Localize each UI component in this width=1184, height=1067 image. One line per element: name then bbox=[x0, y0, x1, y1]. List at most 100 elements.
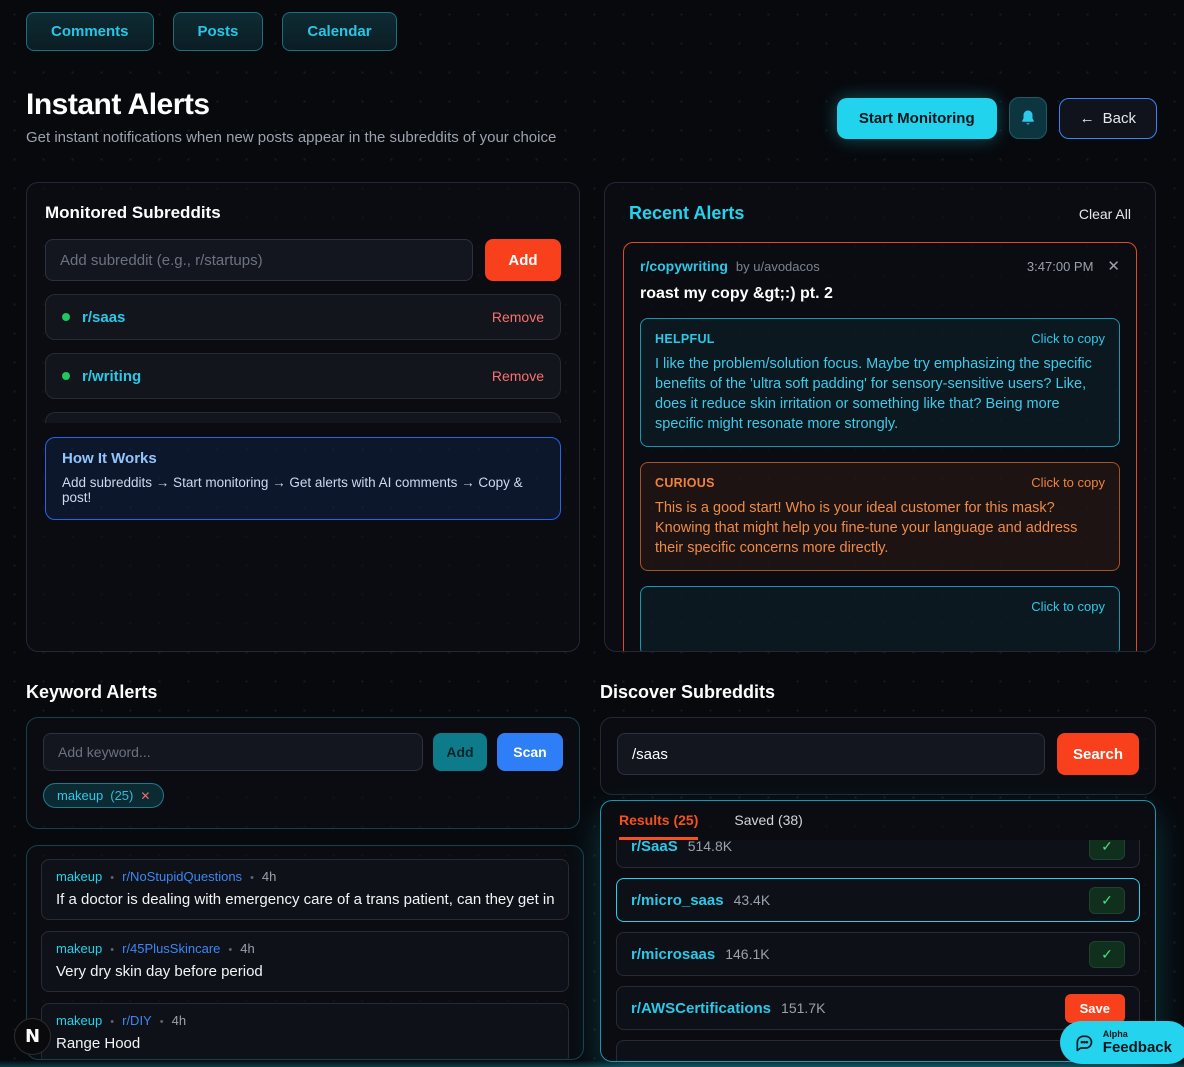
result-subreddit-link[interactable]: r/45PlusSkincare bbox=[122, 941, 220, 956]
discover-subreddits-title: Discover Subreddits bbox=[600, 682, 775, 703]
speech-bubble-icon bbox=[1074, 1033, 1094, 1053]
page-subtitle: Get instant notifications when new posts… bbox=[26, 129, 556, 146]
result-time: 4h bbox=[240, 941, 254, 956]
saved-check-button[interactable]: ✓ bbox=[1089, 941, 1125, 968]
alert-meta: r/copywriting by u/avodacos 3:47:00 PM ✕ bbox=[640, 257, 1120, 275]
remove-subreddit-button[interactable]: Remove bbox=[492, 368, 544, 384]
discover-subreddit-name: r/microsaas bbox=[631, 946, 715, 963]
discover-members: 514.8K bbox=[688, 840, 1089, 854]
alert-post-title: roast my copy &gt;:) pt. 2 bbox=[640, 285, 1120, 303]
discover-members: 151.7K bbox=[781, 1000, 1065, 1016]
clear-all-button[interactable]: Clear All bbox=[1079, 206, 1131, 222]
discover-members: 43.4K bbox=[734, 892, 1089, 908]
comment-tone-label: HELPFUL bbox=[655, 332, 715, 346]
tab-saved[interactable]: Saved (38) bbox=[734, 812, 802, 840]
add-subreddit-button[interactable]: Add bbox=[485, 239, 561, 281]
n-logo[interactable]: N bbox=[14, 1018, 51, 1055]
comment-tone-label: CURIOUS bbox=[655, 476, 715, 490]
keyword-chip-makeup: makeup (25) ✕ bbox=[43, 783, 164, 808]
dot-separator: • bbox=[110, 944, 114, 956]
back-arrow-icon: ← bbox=[1080, 110, 1095, 127]
click-to-copy-label[interactable]: Click to copy bbox=[1031, 475, 1105, 490]
add-keyword-input[interactable] bbox=[43, 733, 423, 771]
dot-separator: • bbox=[110, 1016, 114, 1028]
bell-button[interactable] bbox=[1009, 97, 1047, 139]
discover-subreddit-name: r/AWSCertifications bbox=[631, 1000, 771, 1017]
keyword-result-card[interactable]: makeup • r/45PlusSkincare • 4h Very dry … bbox=[41, 931, 569, 992]
recent-alerts-panel: Recent Alerts Clear All r/copywriting by… bbox=[604, 182, 1156, 652]
back-button[interactable]: ← Back bbox=[1059, 98, 1157, 139]
result-subreddit-link[interactable]: r/NoStupidQuestions bbox=[122, 869, 242, 884]
save-button[interactable]: Save bbox=[1065, 994, 1125, 1023]
back-label: Back bbox=[1103, 110, 1136, 127]
alert-card: r/copywriting by u/avodacos 3:47:00 PM ✕… bbox=[623, 242, 1137, 652]
saved-check-button[interactable]: ✓ bbox=[1089, 840, 1125, 860]
start-monitoring-button[interactable]: Start Monitoring bbox=[837, 98, 997, 139]
bottom-glow bbox=[0, 1060, 1184, 1067]
add-keyword-button[interactable]: Add bbox=[433, 733, 487, 771]
comment-curious[interactable]: CURIOUS Click to copy This is a good sta… bbox=[640, 462, 1120, 571]
bell-icon bbox=[1019, 109, 1037, 127]
keyword-result-card[interactable]: makeup • r/DIY • 4h Range Hood bbox=[41, 1003, 569, 1060]
tab-calendar[interactable]: Calendar bbox=[282, 12, 396, 51]
tab-results[interactable]: Results (25) bbox=[619, 812, 698, 840]
result-keyword: makeup bbox=[56, 941, 102, 956]
scan-button[interactable]: Scan bbox=[497, 733, 563, 771]
keyword-chip-row: makeup (25) ✕ bbox=[43, 783, 563, 808]
alert-subreddit-link[interactable]: r/copywriting bbox=[640, 258, 728, 274]
discover-row-saas: r/SaaS 514.8K ✓ bbox=[616, 840, 1140, 868]
feedback-alpha-label: Alpha bbox=[1103, 1029, 1172, 1039]
result-subreddit-link[interactable]: r/DIY bbox=[122, 1013, 152, 1028]
monitored-subreddits-panel: Monitored Subreddits Add r/saas Remove r… bbox=[26, 182, 580, 652]
discover-tabs: Results (25) Saved (38) bbox=[601, 801, 1155, 840]
discover-subreddit-name: r/micro_saas bbox=[631, 892, 724, 909]
remove-subreddit-button[interactable]: Remove bbox=[492, 309, 544, 325]
result-keyword: makeup bbox=[56, 869, 102, 884]
alert-time: 3:47:00 PM bbox=[1027, 259, 1094, 274]
search-button[interactable]: Search bbox=[1057, 733, 1139, 775]
discover-row-micro-saas: r/micro_saas 43.4K ✓ bbox=[616, 878, 1140, 922]
subreddit-name: r/writing bbox=[82, 368, 492, 385]
saved-check-button[interactable]: ✓ bbox=[1089, 887, 1125, 914]
keyword-alerts-panel: Add Scan makeup (25) ✕ bbox=[26, 717, 580, 829]
comment-helpful[interactable]: HELPFUL Click to copy I like the problem… bbox=[640, 318, 1120, 447]
subreddit-name: r/saas bbox=[82, 309, 492, 326]
subreddit-row-writing: r/writing Remove bbox=[45, 353, 561, 399]
click-to-copy-label[interactable]: Click to copy bbox=[1031, 599, 1105, 614]
click-to-copy-label[interactable]: Click to copy bbox=[1031, 331, 1105, 346]
discover-row-awscertifications: r/AWSCertifications 151.7K Save bbox=[616, 986, 1140, 1030]
dot-separator: • bbox=[228, 944, 232, 956]
how-it-works-box: How It Works Add subreddits → Start moni… bbox=[45, 437, 561, 520]
comment-partial[interactable]: Click to copy bbox=[640, 586, 1120, 652]
result-post-title: Range Hood bbox=[56, 1035, 554, 1052]
feedback-button[interactable]: Alpha Feedback bbox=[1060, 1021, 1184, 1064]
status-dot-icon bbox=[62, 372, 70, 380]
top-nav: Comments Posts Calendar bbox=[26, 12, 397, 51]
result-time: 4h bbox=[262, 869, 276, 884]
how-it-works-text: Add subreddits → Start monitoring → Get … bbox=[62, 475, 544, 505]
keyword-input-row: Add Scan bbox=[43, 733, 563, 771]
comment-text: I like the problem/solution focus. Maybe… bbox=[655, 354, 1105, 434]
result-post-title: Very dry skin day before period bbox=[56, 963, 554, 980]
tab-comments[interactable]: Comments bbox=[26, 12, 154, 51]
chip-keyword: makeup bbox=[57, 788, 103, 803]
dot-separator: • bbox=[250, 872, 254, 884]
dot-separator: • bbox=[160, 1016, 164, 1028]
add-subreddit-input[interactable] bbox=[45, 239, 473, 281]
subreddit-row-saas: r/saas Remove bbox=[45, 294, 561, 340]
header-actions: Start Monitoring ← Back bbox=[837, 97, 1157, 139]
keyword-results-panel: makeup • r/NoStupidQuestions • 4h If a d… bbox=[26, 845, 584, 1060]
remove-chip-icon[interactable]: ✕ bbox=[140, 789, 150, 803]
keyword-result-card[interactable]: makeup • r/NoStupidQuestions • 4h If a d… bbox=[41, 859, 569, 920]
close-alert-icon[interactable]: ✕ bbox=[1107, 257, 1120, 275]
add-subreddit-row: Add bbox=[45, 239, 561, 281]
discover-search-panel: Search bbox=[600, 717, 1156, 795]
result-time: 4h bbox=[172, 1013, 186, 1028]
how-it-works-title: How It Works bbox=[62, 450, 544, 467]
chip-count: (25) bbox=[110, 788, 133, 803]
result-post-title: If a doctor is dealing with emergency ca… bbox=[56, 891, 554, 908]
tab-posts[interactable]: Posts bbox=[173, 12, 264, 51]
discover-row-microsaas: r/microsaas 146.1K ✓ bbox=[616, 932, 1140, 976]
discover-search-input[interactable] bbox=[617, 733, 1045, 775]
alert-author: by u/avodacos bbox=[736, 259, 820, 274]
